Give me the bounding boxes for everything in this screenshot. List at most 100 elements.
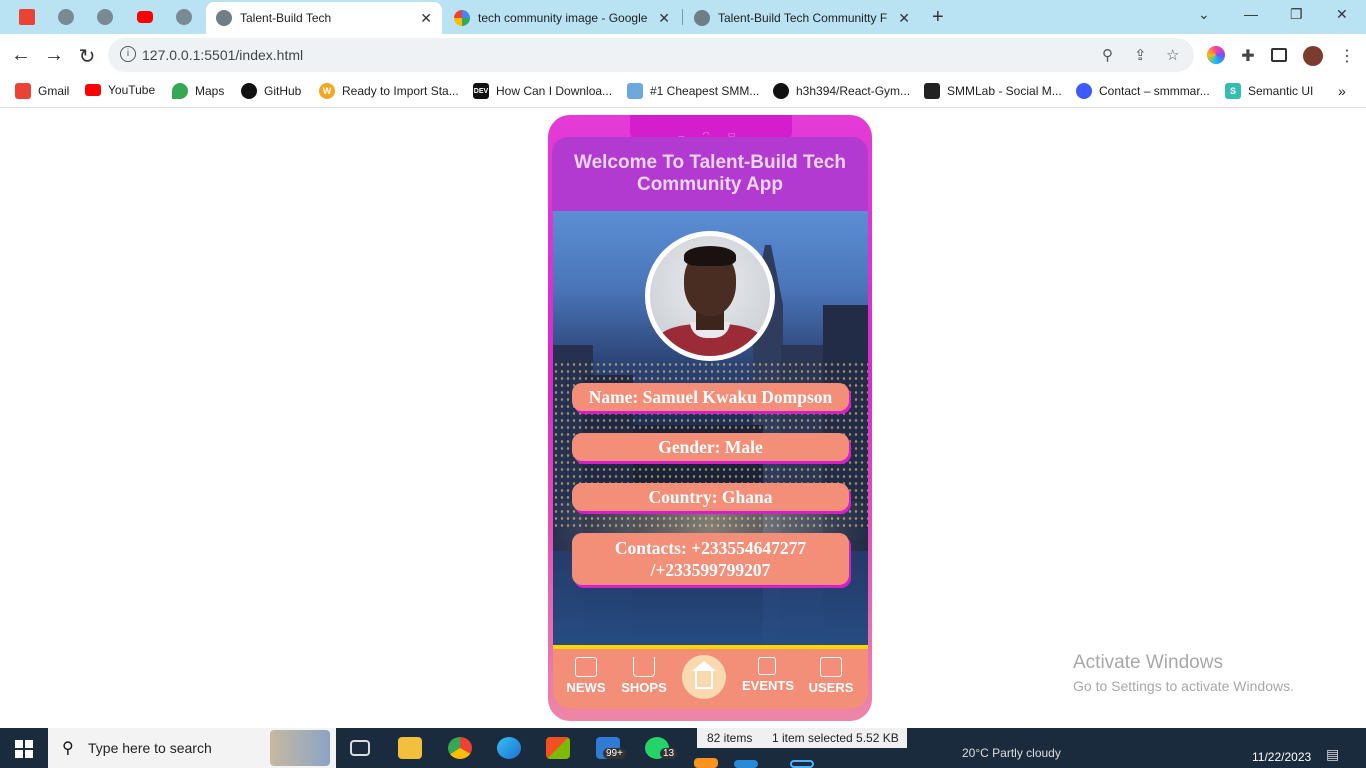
site-info-icon[interactable]: i bbox=[120, 46, 136, 62]
zoom-icon[interactable]: ⚲ bbox=[1102, 46, 1113, 64]
app-header: Welcome To Talent-Build Tech Community A… bbox=[552, 137, 868, 211]
contact-icon bbox=[1076, 83, 1092, 99]
nav-home[interactable] bbox=[682, 655, 726, 699]
app-icon[interactable] bbox=[694, 758, 718, 768]
restore-button[interactable]: ❐ bbox=[1290, 6, 1303, 23]
bookmark-github[interactable]: GitHub bbox=[241, 83, 301, 99]
search-placeholder: Type here to search bbox=[88, 740, 212, 756]
edge-icon[interactable] bbox=[497, 737, 521, 759]
bookmark-label: h3h394/React-Gym... bbox=[796, 84, 911, 98]
youtube-icon bbox=[137, 11, 153, 23]
bookmark-label: Contact – smmmar... bbox=[1099, 84, 1210, 98]
nav-events[interactable]: EVENTS bbox=[742, 657, 795, 693]
pinned-tab-globe-3[interactable] bbox=[165, 4, 203, 30]
globe-icon bbox=[97, 9, 113, 25]
bookmark-star-icon[interactable]: ☆ bbox=[1166, 46, 1179, 64]
minimize-button[interactable]: — bbox=[1244, 6, 1258, 22]
bookmark-ready-to-import[interactable]: W Ready to Import Sta... bbox=[319, 83, 459, 99]
home-icon bbox=[692, 661, 716, 689]
close-icon[interactable]: ✕ bbox=[658, 10, 670, 27]
nav-shops[interactable]: SHOPS bbox=[619, 657, 669, 695]
bookmark-react-gym[interactable]: h3h394/React-Gym... bbox=[773, 83, 910, 99]
bookmark-smmlab[interactable]: SMMLab - Social M... bbox=[924, 83, 1062, 99]
cart-icon bbox=[633, 657, 655, 677]
side-panel-icon[interactable] bbox=[1271, 48, 1287, 62]
items-count: 82 items bbox=[707, 731, 753, 745]
extension-color-icon[interactable] bbox=[1207, 46, 1225, 64]
profile-photo bbox=[650, 236, 770, 356]
pinned-tab-youtube[interactable] bbox=[126, 4, 164, 30]
terminal-icon[interactable] bbox=[790, 760, 814, 768]
profile-name: Name: Samuel Kwaku Dompson bbox=[572, 383, 849, 411]
smm-icon bbox=[627, 83, 643, 99]
nav-label: EVENTS bbox=[742, 678, 795, 693]
tab-title: Talent-Build Tech Communitty F bbox=[718, 11, 888, 25]
w-icon: W bbox=[319, 83, 335, 99]
bookmark-cheapest-smm[interactable]: #1 Cheapest SMM... bbox=[627, 83, 759, 99]
bookmarks-bar: Gmail YouTube Maps GitHub W Ready to Impo… bbox=[0, 76, 1366, 108]
notification-icon[interactable]: ▤ bbox=[1326, 746, 1339, 763]
profile-country: Country: Ghana bbox=[572, 483, 849, 511]
maps-icon bbox=[172, 83, 188, 99]
file-explorer-icon[interactable] bbox=[398, 737, 422, 759]
bookmark-contact-smmmar[interactable]: Contact – smmmar... bbox=[1076, 83, 1210, 99]
forward-button[interactable]: → bbox=[43, 44, 65, 67]
share-icon[interactable]: ⇪ bbox=[1134, 46, 1147, 64]
bookmark-maps[interactable]: Maps bbox=[172, 83, 224, 99]
phone-frame: ▂ ◠ ▭ Welcome To Talent-Build Tech Commu… bbox=[548, 115, 872, 721]
vscode-icon[interactable] bbox=[734, 760, 758, 768]
bookmark-gmail[interactable]: Gmail bbox=[15, 83, 69, 99]
tab-separator bbox=[682, 9, 683, 25]
taskbar-search[interactable]: ⚲ Type here to search bbox=[48, 728, 336, 768]
url-text: 127.0.0.1:5501/index.html bbox=[142, 47, 304, 63]
avatar bbox=[645, 231, 775, 361]
task-view-icon[interactable] bbox=[350, 740, 370, 756]
bookmark-label: Maps bbox=[195, 84, 225, 98]
pinned-tab-globe[interactable] bbox=[47, 4, 85, 30]
search-icon: ⚲ bbox=[62, 740, 74, 757]
whatsapp-badge: 13 bbox=[660, 748, 678, 759]
close-icon[interactable]: ✕ bbox=[898, 10, 910, 27]
bookmark-label: YouTube bbox=[108, 83, 156, 97]
google-icon bbox=[454, 10, 470, 26]
pinned-tab-globe-2[interactable] bbox=[86, 4, 124, 30]
tab-talent-build[interactable]: Talent-Build Tech ✕ bbox=[206, 2, 442, 34]
extensions-puzzle-icon[interactable]: ✚ bbox=[1239, 46, 1257, 65]
tab-google-search[interactable]: tech community image - Google ✕ bbox=[444, 2, 680, 34]
chrome-icon[interactable] bbox=[448, 737, 472, 759]
bookmark-youtube[interactable]: YouTube bbox=[85, 83, 155, 97]
bookmark-label: How Can I Downloa... bbox=[496, 84, 613, 98]
nav-users[interactable]: USERS bbox=[806, 657, 856, 695]
bookmark-label: Semantic UI bbox=[1248, 84, 1314, 98]
smmlab-icon bbox=[924, 83, 940, 99]
more-bookmarks-button[interactable]: » bbox=[1338, 83, 1346, 99]
bottom-nav: NEWS SHOPS EVENTS USERS bbox=[553, 645, 868, 709]
bookmark-label: Gmail bbox=[38, 84, 70, 98]
clock-date[interactable]: 11/22/2023 bbox=[1252, 750, 1311, 764]
new-tab-button[interactable]: + bbox=[932, 6, 944, 29]
windows-start-button[interactable] bbox=[15, 740, 33, 758]
search-highlight-image bbox=[270, 730, 330, 766]
address-bar[interactable]: i 127.0.0.1:5501/index.html ⚲ ⇪ ☆ bbox=[108, 38, 1194, 72]
tab-community-f[interactable]: Talent-Build Tech Communitty F ✕ bbox=[684, 2, 920, 34]
bookmark-label: GitHub bbox=[264, 84, 302, 98]
selection-info: 1 item selected 5.52 KB bbox=[772, 731, 899, 745]
menu-kebab-icon[interactable]: ⋮ bbox=[1338, 46, 1356, 65]
weather-widget[interactable]: 20°C Partly cloudy bbox=[962, 746, 1061, 760]
close-window-button[interactable]: ✕ bbox=[1336, 6, 1348, 23]
gmail-icon bbox=[15, 83, 31, 99]
store-icon[interactable] bbox=[546, 737, 570, 759]
users-icon bbox=[820, 657, 842, 677]
nav-news[interactable]: NEWS bbox=[561, 657, 611, 695]
bookmark-semantic-ui[interactable]: S Semantic UI bbox=[1225, 83, 1313, 99]
activate-windows-watermark: Activate Windows Go to Settings to activ… bbox=[1073, 652, 1294, 694]
globe-icon bbox=[176, 9, 192, 25]
tab-search-icon[interactable]: ⌄ bbox=[1198, 6, 1210, 23]
reload-button[interactable]: ↻ bbox=[76, 44, 98, 69]
bookmark-label: SMMLab - Social M... bbox=[947, 84, 1062, 98]
back-button[interactable]: ← bbox=[10, 44, 32, 67]
pinned-tab-gmail[interactable] bbox=[8, 4, 46, 30]
bookmark-how-can-i-download[interactable]: DEV How Can I Downloa... bbox=[473, 83, 612, 99]
close-icon[interactable]: ✕ bbox=[420, 10, 432, 27]
profile-avatar[interactable] bbox=[1303, 46, 1323, 66]
